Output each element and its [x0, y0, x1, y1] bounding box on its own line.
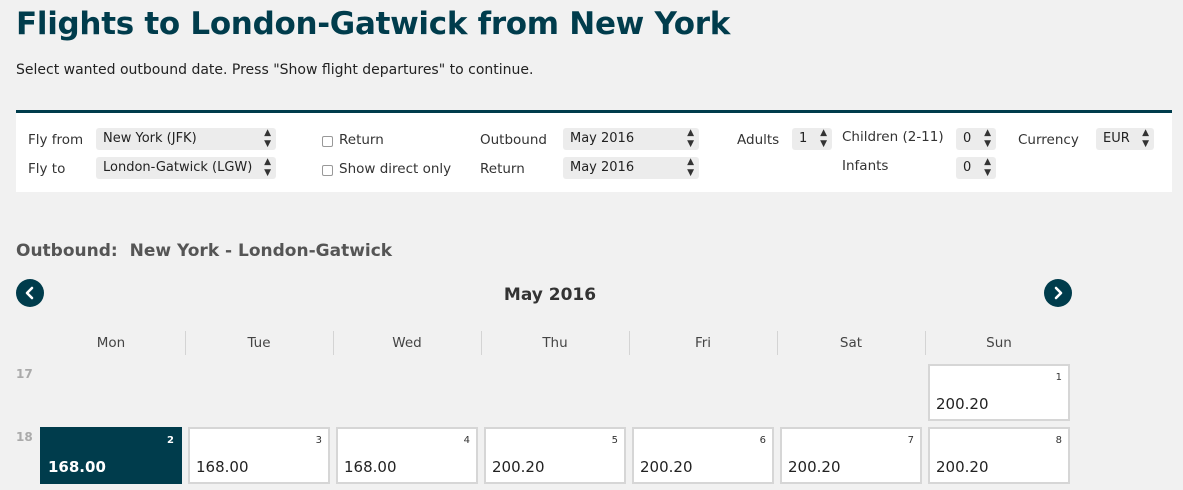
calendar-day-cell[interactable]: 4 168.00	[336, 427, 478, 484]
outbound-heading: Outbound: New York - London-Gatwick	[16, 241, 392, 261]
day-number: 1	[1055, 372, 1062, 383]
calendar-day-cell[interactable]: 3 168.00	[188, 427, 330, 484]
day-number: 5	[611, 435, 618, 446]
adults-value: 1	[799, 131, 808, 146]
select-arrows-icon: ▲ ▼	[264, 128, 271, 149]
weekday-divider	[333, 331, 334, 355]
outbound-month-select[interactable]: May 2016 ▲ ▼	[563, 128, 699, 150]
chevron-left-icon	[25, 286, 34, 300]
day-price: 168.00	[344, 458, 397, 476]
adults-select[interactable]: 1 ▲ ▼	[792, 128, 832, 150]
weekday-header-mon: Mon	[96, 335, 126, 351]
weekday-header-sun: Sun	[986, 335, 1012, 351]
day-number: 2	[167, 435, 174, 446]
weekday-divider	[185, 331, 186, 355]
chevron-right-icon	[1054, 286, 1063, 300]
weekday-header-fri: Fri	[694, 335, 712, 351]
infants-label: Infants	[842, 158, 889, 174]
return-checkbox[interactable]	[322, 136, 333, 147]
outbound-label: Outbound	[480, 132, 547, 148]
day-price: 200.20	[936, 458, 989, 476]
select-arrows-icon: ▲ ▼	[984, 157, 991, 178]
day-price: 200.20	[640, 458, 693, 476]
calendar-day-cell[interactable]: 2 168.00	[40, 427, 182, 484]
select-arrows-icon: ▲ ▼	[1142, 128, 1149, 149]
direct-only-checkbox[interactable]	[322, 165, 333, 176]
day-number: 8	[1055, 435, 1062, 446]
return-month-value: May 2016	[570, 160, 635, 175]
fly-from-label: Fly from	[28, 132, 84, 148]
fly-to-label: Fly to	[28, 161, 66, 177]
weekday-divider	[481, 331, 482, 355]
outbound-month-value: May 2016	[570, 131, 635, 146]
day-price: 168.00	[48, 458, 106, 476]
day-price: 200.20	[788, 458, 841, 476]
day-price: 200.20	[492, 458, 545, 476]
day-number: 4	[463, 435, 470, 446]
children-select[interactable]: 0 ▲ ▼	[956, 128, 996, 150]
return-month-select[interactable]: May 2016 ▲ ▼	[563, 157, 699, 179]
weekday-divider	[777, 331, 778, 355]
page-title: Flights to London-Gatwick from New York	[16, 6, 731, 42]
next-month-button[interactable]	[1044, 279, 1072, 307]
fly-to-select[interactable]: London-Gatwick (LGW) ▲ ▼	[96, 157, 276, 179]
search-panel: Fly from New York (JFK) ▲ ▼ Fly to London…	[16, 110, 1172, 192]
calendar-day-cell[interactable]: 1 200.20	[928, 364, 1070, 421]
select-arrows-icon: ▲ ▼	[264, 157, 271, 178]
fly-from-value: New York (JFK)	[103, 131, 197, 146]
direct-only-label[interactable]: Show direct only	[339, 161, 451, 177]
prev-month-button[interactable]	[16, 279, 44, 307]
day-number: 6	[759, 435, 766, 446]
fly-from-select[interactable]: New York (JFK) ▲ ▼	[96, 128, 276, 150]
select-arrows-icon: ▲ ▼	[984, 128, 991, 149]
select-arrows-icon: ▲ ▼	[687, 157, 694, 178]
day-number: 3	[315, 435, 322, 446]
infants-select[interactable]: 0 ▲ ▼	[956, 157, 996, 179]
select-arrows-icon: ▲ ▼	[687, 128, 694, 149]
week-number: 18	[16, 430, 33, 444]
calendar-day-cell[interactable]: 8 200.20	[928, 427, 1070, 484]
children-value: 0	[963, 131, 972, 146]
select-arrows-icon: ▲ ▼	[820, 128, 827, 149]
fly-to-value: London-Gatwick (LGW)	[103, 160, 253, 175]
weekday-header-wed: Wed	[392, 335, 422, 351]
calendar-day-cell[interactable]: 7 200.20	[780, 427, 922, 484]
weekday-divider	[925, 331, 926, 355]
weekday-header-sat: Sat	[839, 335, 863, 351]
day-price: 200.20	[936, 395, 989, 413]
infants-value: 0	[963, 160, 972, 175]
calendar-month-label: May 2016	[503, 285, 597, 305]
return-checkbox-label[interactable]: Return	[339, 132, 384, 148]
currency-select[interactable]: EUR ▲ ▼	[1096, 128, 1154, 150]
currency-label: Currency	[1018, 132, 1079, 148]
weekday-divider	[629, 331, 630, 355]
return-month-label: Return	[480, 161, 525, 177]
page-subtitle: Select wanted outbound date. Press "Show…	[16, 62, 534, 78]
weekday-header-thu: Thu	[542, 335, 568, 351]
day-price: 168.00	[196, 458, 249, 476]
calendar-day-cell[interactable]: 6 200.20	[632, 427, 774, 484]
outbound-route: New York - London-Gatwick	[129, 241, 393, 261]
week-number: 17	[16, 367, 33, 381]
weekday-header-tue: Tue	[247, 335, 271, 351]
children-label: Children (2-11)	[842, 129, 944, 145]
calendar-day-cell[interactable]: 5 200.20	[484, 427, 626, 484]
adults-label: Adults	[737, 132, 780, 148]
day-number: 7	[907, 435, 914, 446]
currency-value: EUR	[1103, 131, 1130, 146]
outbound-heading-label: Outbound:	[16, 241, 118, 261]
